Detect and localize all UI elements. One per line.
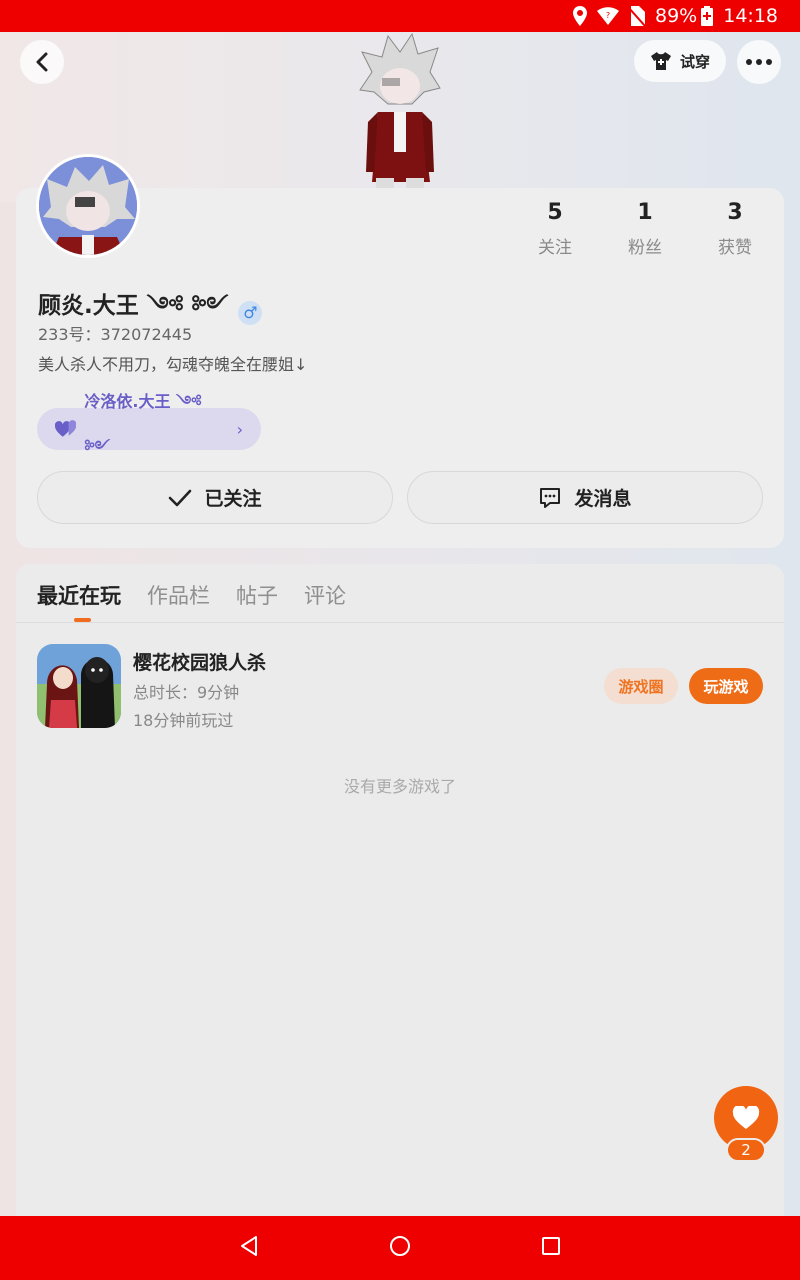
location-icon: [573, 6, 587, 26]
like-count-badge: 2: [726, 1138, 766, 1162]
tab-works[interactable]: 作品栏: [147, 580, 210, 610]
stat-value: 5: [547, 200, 563, 225]
svg-text:?: ?: [606, 11, 610, 20]
nav-recents-button[interactable]: [541, 1236, 561, 1260]
tab-comments[interactable]: 评论: [304, 580, 346, 610]
back-button[interactable]: [20, 40, 64, 84]
battery-percent: 89%: [655, 5, 698, 27]
chevron-right-icon: ›: [236, 419, 243, 439]
stat-following[interactable]: 5 关注: [510, 200, 600, 258]
stat-followers[interactable]: 1 粉丝: [600, 200, 690, 258]
shirt-icon: [650, 52, 671, 70]
triangle-back-icon: [241, 1236, 257, 1256]
stat-value: 3: [727, 200, 743, 225]
wifi-icon: ?: [597, 7, 619, 25]
cp-name: 冷洛依.大王 ༺ ༻: [84, 392, 202, 456]
try-on-button[interactable]: 试穿: [634, 40, 726, 82]
user-bio: 美人杀人不用刀，勾魂夺魄全在腰姐↓: [38, 355, 308, 374]
tab-posts[interactable]: 帖子: [236, 580, 278, 610]
followed-button[interactable]: 已关注: [37, 471, 393, 524]
stat-value: 1: [637, 200, 653, 225]
followed-label: 已关注: [204, 488, 262, 510]
game-icon[interactable]: [37, 644, 121, 728]
stat-label: 关注: [538, 238, 572, 258]
game-last-played: 18分钟前玩过: [133, 711, 234, 730]
more-dots-icon: [746, 59, 772, 65]
circle-home-icon: [390, 1236, 410, 1256]
battery-icon: [701, 6, 714, 26]
stat-label: 获赞: [718, 238, 752, 258]
heart-pair-icon: [55, 420, 77, 437]
cp-relationship-tag[interactable]: 冷洛依.大王 ༺ ༻ ›: [37, 392, 261, 456]
avatar[interactable]: [36, 154, 140, 258]
play-game-button[interactable]: 玩游戏: [689, 668, 763, 704]
game-list-item[interactable]: 樱花校园狼人杀 总时长：9分钟 18分钟前玩过 游戏圈 玩游戏: [37, 644, 763, 730]
send-message-button[interactable]: 发消息: [407, 471, 763, 524]
tab-recently-played[interactable]: 最近在玩: [37, 580, 121, 610]
check-icon: [169, 489, 192, 506]
game-circle-button[interactable]: 游戏圈: [604, 668, 678, 704]
try-on-label: 试穿: [679, 52, 710, 71]
system-navigation-bar: [0, 1216, 800, 1280]
male-gender-icon: ♂: [238, 300, 263, 325]
user-id: 233号：372072445: [38, 325, 193, 344]
no-sim-icon: [629, 6, 645, 26]
status-bar: ? 89% 14:18: [0, 0, 800, 32]
send-message-label: 发消息: [574, 488, 632, 510]
stat-likes[interactable]: 3 获赞: [690, 200, 780, 258]
clock: 14:18: [723, 5, 778, 27]
stat-label: 粉丝: [628, 238, 662, 258]
tab-divider: [16, 622, 784, 623]
nav-back-button[interactable]: [239, 1235, 259, 1261]
profile-stats: 5 关注 1 粉丝 3 获赞: [510, 200, 780, 258]
battery-indicator: 89%: [655, 5, 714, 27]
chevron-left-icon: [36, 52, 48, 72]
chat-bubble-icon: [540, 487, 561, 508]
game-total-duration: 总时长：9分钟: [133, 683, 240, 702]
profile-tabs: 最近在玩 作品栏 帖子 评论: [37, 580, 346, 610]
nav-home-button[interactable]: [389, 1235, 411, 1261]
avatar-image: [39, 157, 137, 255]
no-more-games-hint: 没有更多游戏了: [343, 777, 456, 796]
game-title: 樱花校园狼人杀: [133, 652, 267, 674]
more-options-button[interactable]: [737, 40, 781, 84]
heart-icon: [732, 1106, 760, 1129]
avatar-3d-figure: [359, 32, 441, 188]
square-recents-icon: [542, 1237, 560, 1255]
